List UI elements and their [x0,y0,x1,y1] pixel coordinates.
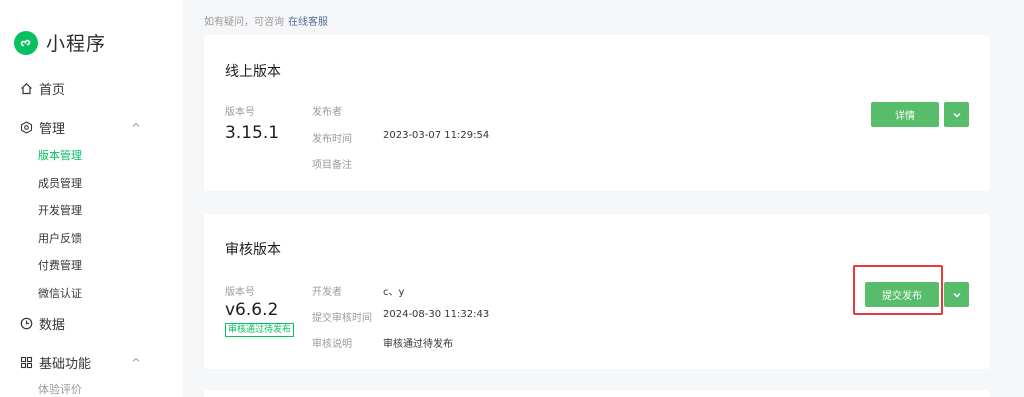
sidebar: 小程序 首页 管理 版本管理 成员管理 开发管理 用户反馈 付费管理 微信认证 … [0,0,183,397]
app-name: 小程序 [46,33,107,55]
sidebar-item-manage[interactable]: 管理 [19,118,169,137]
publisher-label: 发布者 [312,107,342,118]
sidebar-item-dev-manage[interactable]: 开发管理 [38,202,82,218]
developer-label: 开发者 [312,287,342,298]
sidebar-item-member-manage[interactable]: 成员管理 [38,175,82,191]
version-label: 版本号 [225,287,255,298]
sidebar-item-label: 数据 [39,318,66,333]
online-version-card: 线上版本 版本号 3.15.1 发布者 发布时间 2023-03-07 11:2… [204,35,990,191]
sidebar-item-payment-manage[interactable]: 付费管理 [38,257,82,273]
mini-program-logo-icon [14,30,38,55]
manage-icon [19,121,33,135]
project-note-label: 项目备注 [312,160,352,171]
publish-time-label: 发布时间 [312,134,352,145]
highlight-box [853,265,943,315]
publish-time-value: 2023-03-07 11:29:54 [383,130,490,141]
online-version-number: 3.15.1 [225,123,280,143]
sidebar-item-data[interactable]: 数据 [19,314,169,333]
online-support-link[interactable]: 在线客服 [288,17,328,28]
review-more-dropdown-button[interactable] [944,282,969,307]
review-status-badge: 审核通过待发布 [225,323,295,337]
developer-value: c、y [383,287,405,298]
version-label: 版本号 [225,107,255,118]
review-note-label: 审核说明 [312,339,352,350]
next-version-card [204,390,990,397]
sidebar-item-version-manage[interactable]: 版本管理 [38,147,82,163]
sidebar-item-label: 基础功能 [39,357,92,372]
chevron-down-icon [952,105,962,124]
help-text: 如有疑问，可咨询 [204,17,284,28]
sidebar-item-home[interactable]: 首页 [19,79,169,98]
chevron-up-icon [131,119,141,134]
review-note-value: 审核通过待发布 [383,339,453,350]
chevron-up-icon [131,354,141,369]
review-version-title: 审核版本 [225,242,281,258]
review-version-number: v6.6.2 [225,300,279,320]
sidebar-item-experience-review[interactable]: 体验评价 [38,381,82,397]
online-more-dropdown-button[interactable] [944,102,969,127]
online-version-title: 线上版本 [225,64,281,80]
sidebar-item-label: 管理 [39,122,66,137]
sidebar-item-wechat-verify[interactable]: 微信认证 [38,285,82,301]
sidebar-item-basic[interactable]: 基础功能 [19,353,169,372]
detail-button[interactable]: 详情 [871,102,939,127]
logo[interactable]: 小程序 [14,29,106,56]
sidebar-item-label: 首页 [39,83,66,98]
chart-clock-icon [19,317,33,331]
sidebar-item-user-feedback[interactable]: 用户反馈 [38,230,82,246]
grid-icon [19,356,33,370]
submit-review-time-label: 提交审核时间 [312,313,372,324]
home-icon [19,82,33,96]
help-line: 如有疑问，可咨询 在线客服 [204,13,328,28]
chevron-down-icon [952,285,962,304]
submit-review-time-value: 2024-08-30 11:32:43 [383,309,490,320]
